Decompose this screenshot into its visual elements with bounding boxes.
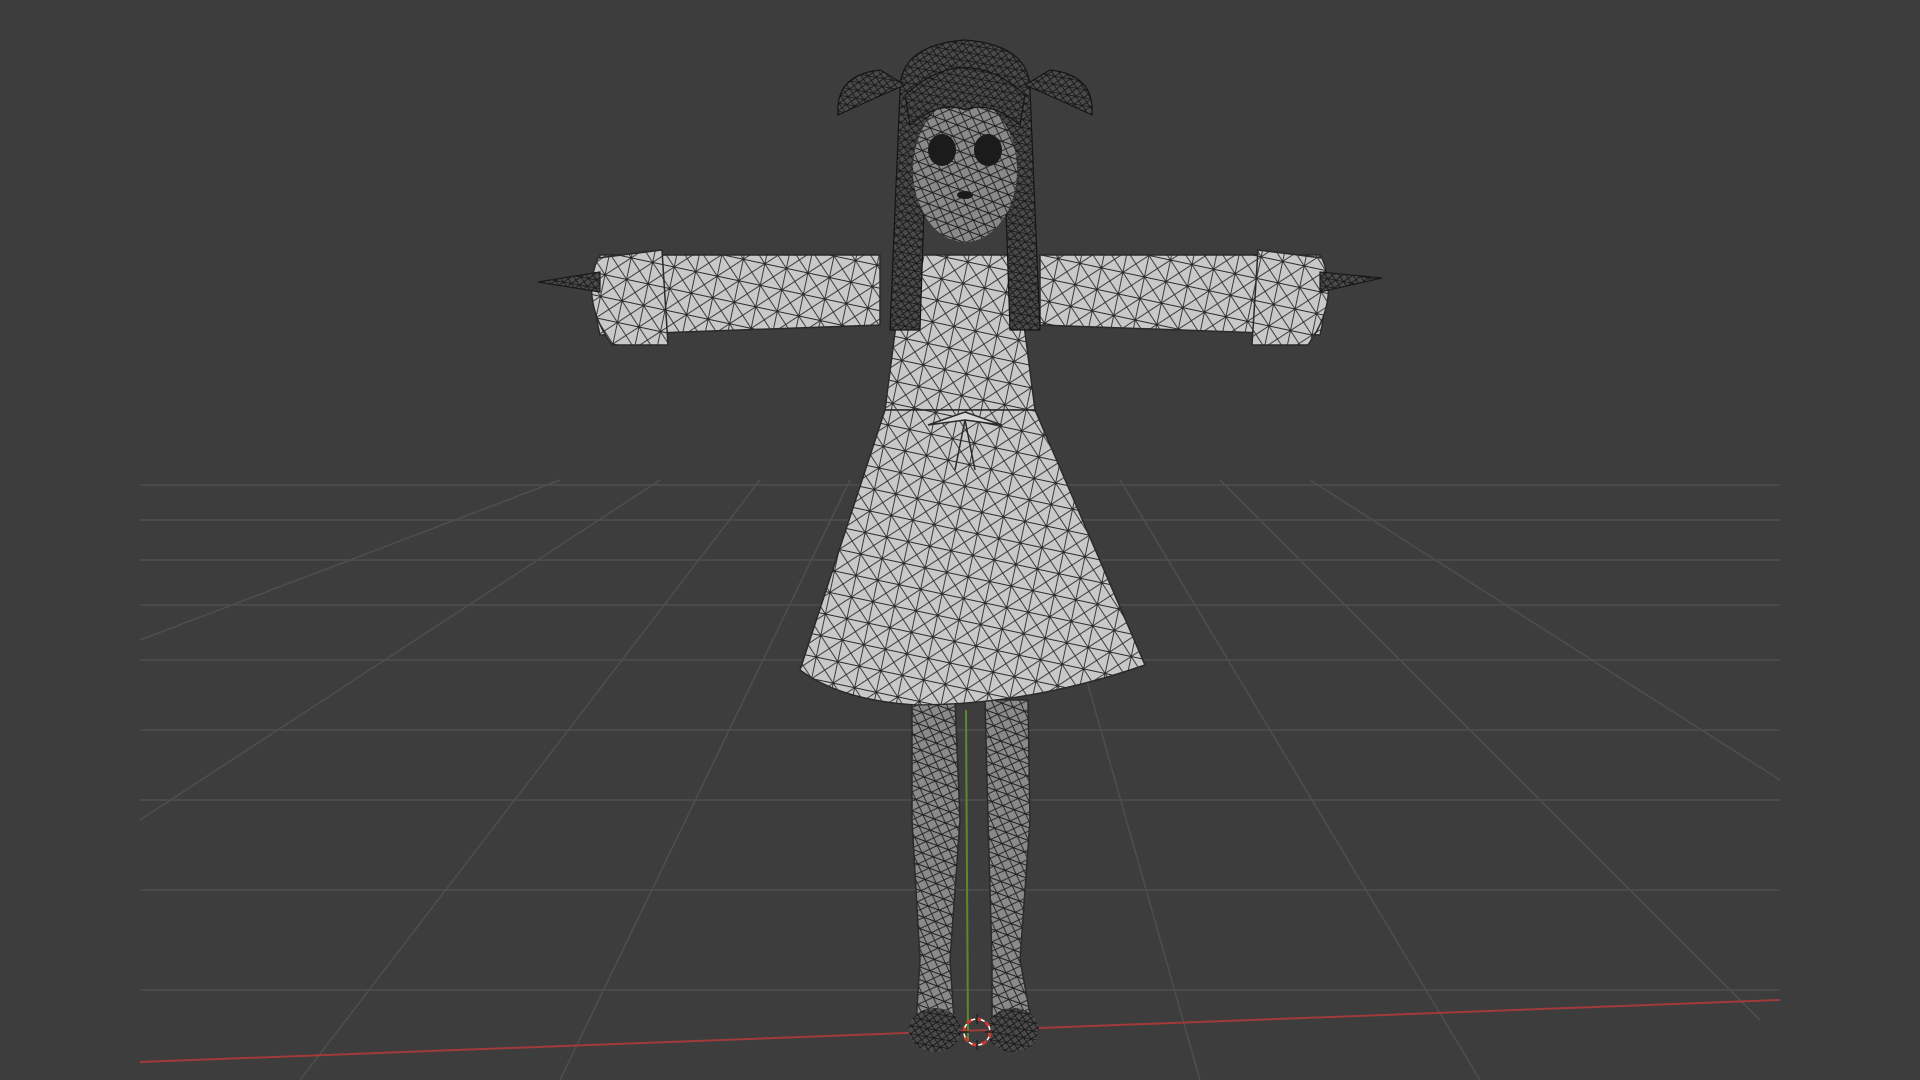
3d-cursor-icon[interactable]: [959, 1014, 995, 1050]
right-eye-mesh: [974, 134, 1002, 166]
left-cuff-mesh: [590, 249, 669, 346]
left-eye-mesh: [928, 134, 956, 166]
right-cuff-mesh: [1251, 249, 1330, 346]
left-hand-mesh: [537, 271, 601, 293]
right-hair-tuft-mesh: [1023, 69, 1093, 116]
right-shoe-mesh: [987, 1008, 1039, 1052]
right-leg-mesh: [984, 699, 1036, 1041]
3d-viewport[interactable]: [0, 0, 1920, 1080]
viewport-canvas[interactable]: [0, 0, 1920, 1080]
left-shoe-mesh: [909, 1008, 961, 1052]
left-leg-mesh: [911, 699, 961, 1041]
left-hair-tuft-mesh: [837, 69, 907, 116]
face-mesh: [913, 98, 1017, 242]
character-mesh[interactable]: [537, 39, 1383, 1052]
mouth-mesh: [957, 191, 973, 199]
right-hand-mesh: [1319, 271, 1383, 293]
